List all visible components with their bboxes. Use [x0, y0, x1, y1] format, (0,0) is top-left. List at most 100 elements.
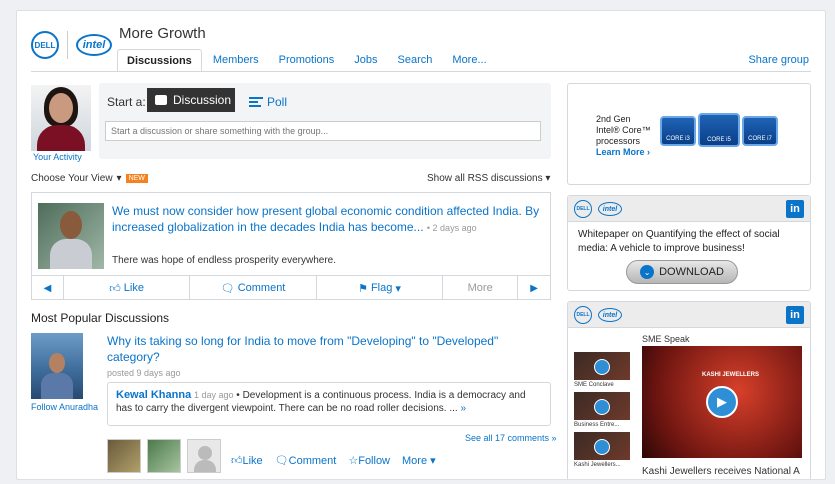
more-label: More — [467, 282, 493, 294]
like-label: Like — [242, 455, 263, 467]
start-label: Start a: — [107, 95, 146, 109]
right-arrow-icon: ▶ — [530, 282, 538, 294]
sme-title: SME Speak — [642, 334, 690, 344]
video-thumbnail[interactable] — [574, 392, 630, 420]
comment-label: Comment — [288, 455, 337, 467]
logo-divider — [67, 31, 68, 59]
like-button[interactable]: 👍︎Like — [231, 454, 263, 467]
discussion-button[interactable]: Discussion — [147, 88, 235, 112]
flag-button[interactable]: ⚑ Flag ▾ — [317, 276, 444, 300]
flag-icon: ⚑ — [358, 282, 368, 295]
comment-more-link[interactable]: » — [460, 403, 466, 414]
comment-label: Comment — [237, 282, 286, 294]
thumbs-up-icon: 👍︎ — [231, 455, 243, 467]
video-label: SME Conclave — [574, 382, 614, 388]
sme-speak-ad: DELL intel in SME Speak SME Conclave Bus… — [567, 301, 811, 479]
thumbs-up-icon: 👍︎ — [109, 282, 121, 295]
linkedin-icon[interactable]: in — [786, 306, 804, 324]
prev-arrow-button[interactable]: ◀ — [32, 276, 64, 300]
rss-discussions-link[interactable]: Show all RSS discussions ▾ — [427, 173, 550, 184]
popular-title[interactable]: Why its taking so long for India to move… — [107, 333, 547, 365]
share-group-link[interactable]: Share group — [748, 54, 809, 66]
play-icon[interactable]: ▶ — [706, 386, 738, 418]
comment-button[interactable]: 🗨︎Comment — [275, 454, 337, 467]
comment-preview: Kewal Khanna 1 day ago • Development is … — [107, 382, 551, 426]
placeholder-avatar[interactable] — [187, 439, 221, 473]
main-video-player[interactable]: KASHI JEWELLERS ▶ — [642, 346, 802, 458]
like-button[interactable]: 👍︎Like — [64, 276, 191, 300]
tab-members[interactable]: Members — [204, 49, 268, 72]
dropdown-arrow-icon: ▾ — [395, 282, 401, 295]
user-avatar[interactable] — [31, 85, 91, 151]
main-video-caption: Kashi Jewellers receives National A — [642, 466, 800, 477]
comment-button[interactable]: 🗨︎Comment — [190, 276, 317, 300]
tab-more[interactable]: More... — [443, 49, 495, 72]
follow-button[interactable]: ☆Follow — [348, 454, 390, 467]
composer-box: Start a: Discussion Poll — [99, 83, 551, 159]
dropdown-arrow-icon: ▾ — [116, 173, 122, 184]
next-arrow-button[interactable]: ▶ — [518, 276, 550, 300]
star-icon: ☆ — [348, 455, 359, 467]
dropdown-arrow-icon: ▾ — [430, 455, 436, 467]
popular-heading: Most Popular Discussions — [31, 311, 170, 325]
poll-icon — [249, 97, 263, 107]
featured-discussion: We must now consider how present global … — [31, 192, 551, 300]
dell-logo: DELL — [574, 200, 592, 218]
group-tabs: Discussions Members Promotions Jobs Sear… — [117, 49, 496, 72]
whitepaper-ad: DELL intel in Whitepaper on Quantifying … — [567, 195, 811, 291]
more-button[interactable]: More — [443, 276, 519, 300]
intel-chip-badges: CORE i3 CORE i5 CORE i7 — [660, 113, 778, 147]
download-label: DOWNLOAD — [659, 266, 724, 278]
poll-button[interactable]: Poll — [249, 95, 287, 109]
video-label: Kashi Jewellers... — [574, 462, 621, 468]
flag-label: Flag — [370, 282, 393, 294]
choose-view-label: Choose Your View — [31, 173, 113, 184]
core-i3-badge: CORE i3 — [660, 116, 696, 146]
video-thumbnail[interactable] — [574, 432, 630, 460]
author-photo[interactable] — [38, 203, 104, 269]
learn-more-link[interactable]: Learn More › — [596, 147, 651, 158]
tab-jobs[interactable]: Jobs — [345, 49, 386, 72]
intel-core-ad[interactable]: 2nd Gen Intel® Core™ processors Learn Mo… — [567, 83, 811, 185]
linkedin-icon[interactable]: in — [786, 200, 804, 218]
comment-icon: 🗨︎ — [220, 282, 235, 295]
tab-discussions[interactable]: Discussions — [117, 49, 202, 72]
group-page: DELL intel More Growth Discussions Membe… — [16, 10, 826, 480]
participant-avatar[interactable] — [107, 439, 141, 473]
left-arrow-icon: ◀ — [43, 282, 52, 294]
video-label: Business Entre... — [574, 422, 620, 428]
comment-icon: 🗨︎ — [274, 455, 289, 467]
choose-view-dropdown[interactable]: Choose Your View ▾ NEW — [31, 173, 148, 184]
featured-action-bar: ◀ 👍︎ Like 🗨︎ Comment ⚑ Flag ▾ More ▶ — [32, 275, 550, 300]
intel-ad-line2: Intel® Core™ — [596, 125, 651, 135]
popular-action-row: 👍︎Like 🗨︎Comment ☆Follow More ▾ — [231, 454, 436, 467]
intel-logo: intel — [76, 34, 112, 56]
comment-author[interactable]: Kewal Khanna — [116, 389, 191, 401]
brand-logos: DELL intel — [31, 31, 112, 59]
your-activity-link[interactable]: Your Activity — [33, 152, 82, 162]
dropdown-arrow-icon: ▾ — [545, 173, 551, 184]
whitepaper-text: Whitepaper on Quantifying the effect of … — [578, 229, 780, 254]
more-button[interactable]: More ▾ — [402, 454, 436, 467]
download-button[interactable]: ⌄ DOWNLOAD — [626, 260, 738, 284]
follow-author-link[interactable]: Follow Anuradha — [31, 402, 98, 412]
intel-ad-text: 2nd Gen Intel® Core™ processors Learn Mo… — [596, 114, 651, 158]
featured-title[interactable]: We must now consider how present global … — [112, 203, 542, 236]
featured-snippet: There was hope of endless prosperity eve… — [112, 255, 337, 266]
video-list: SME Conclave Business Entre... Kashi Jew… — [574, 352, 630, 472]
video-thumbnail[interactable] — [574, 352, 630, 380]
dell-logo: DELL — [574, 306, 592, 324]
intel-logo: intel — [598, 202, 622, 216]
main-video-tag: KASHI JEWELLERS — [702, 372, 760, 378]
poster-photo[interactable] — [31, 333, 83, 399]
rss-label: Show all RSS discussions — [427, 173, 543, 184]
tab-promotions[interactable]: Promotions — [270, 49, 344, 72]
download-icon: ⌄ — [640, 265, 655, 279]
tab-search[interactable]: Search — [389, 49, 442, 72]
ad-header: DELL intel in — [568, 302, 810, 328]
discussion-input[interactable] — [105, 121, 541, 141]
new-badge: NEW — [125, 174, 148, 183]
see-all-comments-link[interactable]: See all 17 comments » — [465, 433, 557, 443]
core-i5-badge: CORE i5 — [698, 113, 740, 147]
participant-avatar[interactable] — [147, 439, 181, 473]
